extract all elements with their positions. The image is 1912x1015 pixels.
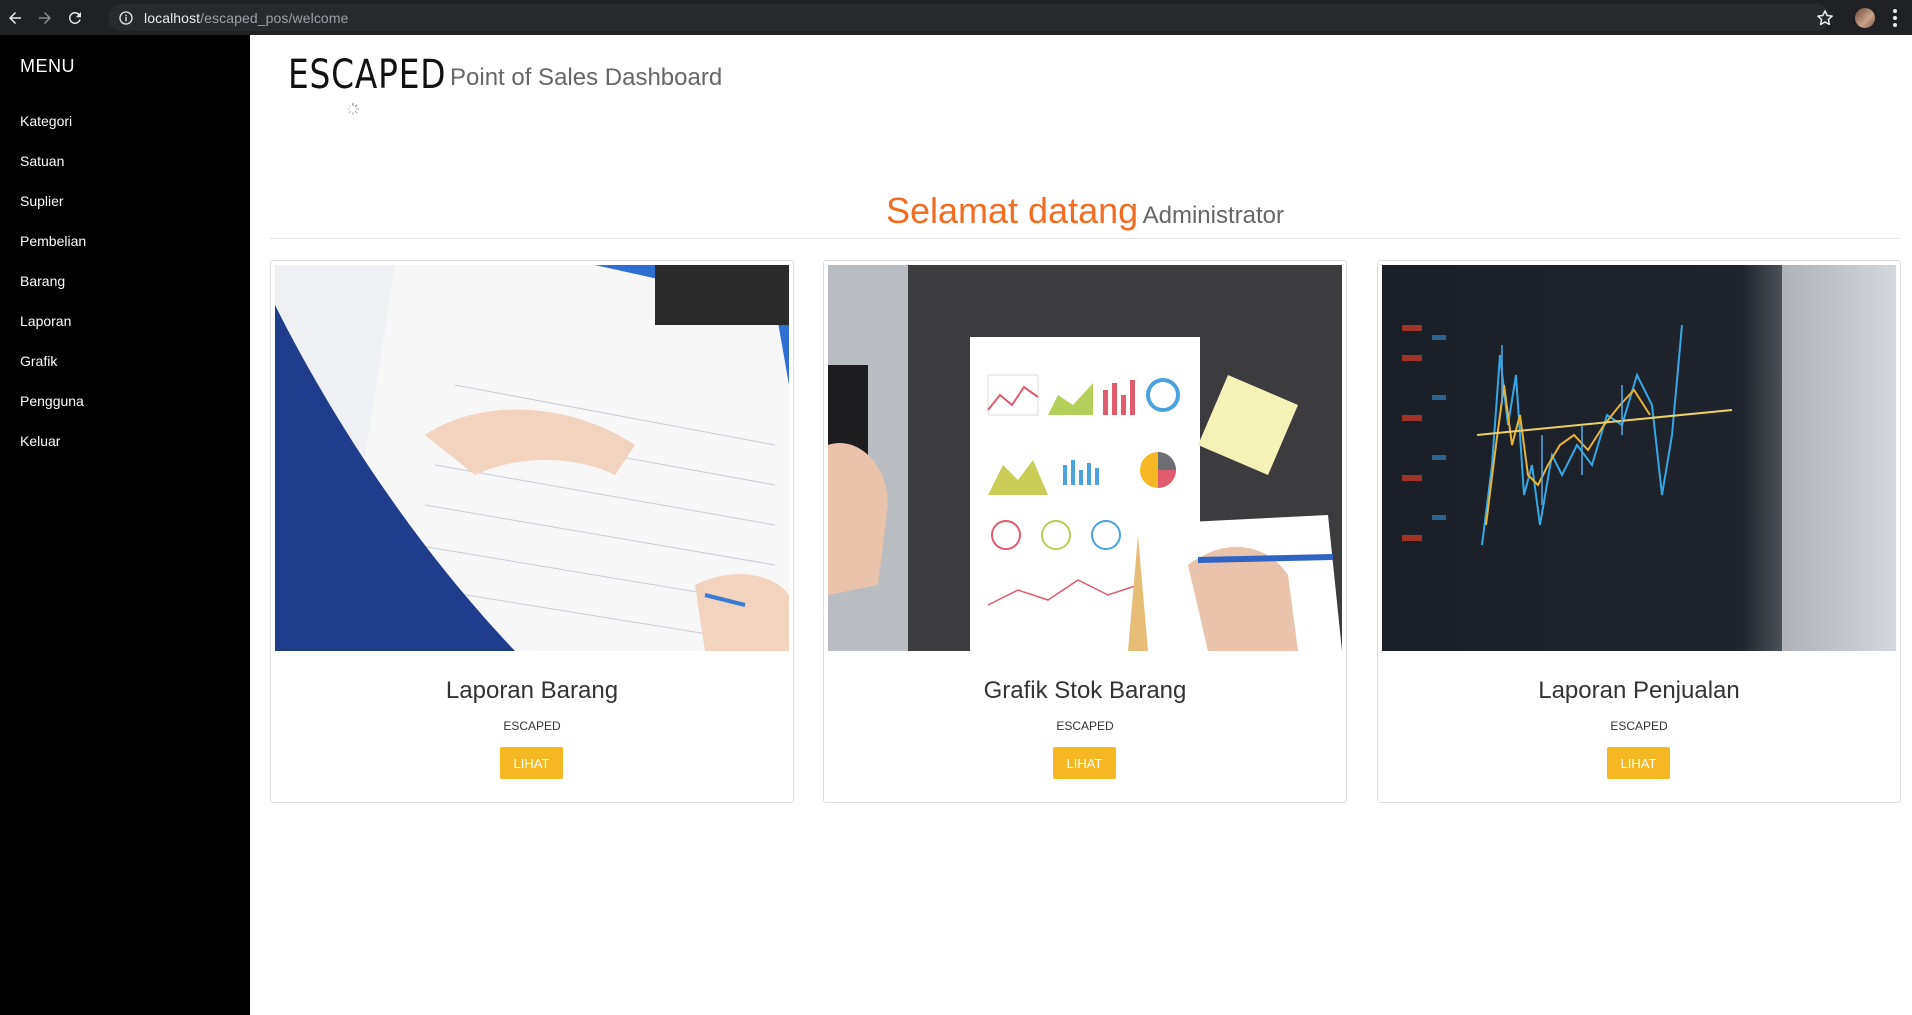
page-title: Point of Sales Dashboard xyxy=(450,64,723,91)
lihat-button[interactable]: LIHAT xyxy=(1053,747,1116,779)
card-subtitle: ESCAPED xyxy=(503,719,561,733)
sidebar-title: MENU xyxy=(20,56,75,76)
loading-spinner-icon xyxy=(346,102,360,116)
card-image-writing-report xyxy=(275,265,789,651)
sidebar-item-pembelian[interactable]: Pembelian xyxy=(20,231,86,271)
card-laporan-barang: Laporan Barang ESCAPED LIHAT xyxy=(270,260,794,803)
sidebar-item-barang[interactable]: Barang xyxy=(20,271,86,311)
url-host: localhost xyxy=(144,9,201,26)
reload-icon xyxy=(68,11,81,24)
card-subtitle: ESCAPED xyxy=(1610,719,1668,733)
browser-menu-button[interactable] xyxy=(1890,7,1900,29)
lihat-button[interactable]: LIHAT xyxy=(1607,747,1670,779)
welcome-role: Administrator xyxy=(1142,202,1284,229)
lihat-button[interactable]: LIHAT xyxy=(500,747,563,779)
escaped-logo[interactable]: ESCAPED xyxy=(288,52,447,117)
card-grafik-stok-barang: Grafik Stok Barang ESCAPED LIHAT xyxy=(823,260,1347,803)
sidebar-item-kategori[interactable]: Kategori xyxy=(20,111,86,151)
card-title: Grafik Stok Barang xyxy=(983,677,1187,704)
logo-text: ESCAPED xyxy=(288,52,447,98)
card-subtitle: ESCAPED xyxy=(1056,719,1114,733)
sidebar-item-keluar[interactable]: Keluar xyxy=(20,431,86,471)
charts-document-photo xyxy=(828,265,1342,651)
forward-button[interactable] xyxy=(30,0,60,35)
stock-market-screen-photo xyxy=(1382,265,1896,651)
sidebar: MENU Kategori Satuan Suplier Pembelian B… xyxy=(0,35,250,1015)
divider xyxy=(270,238,1900,239)
bookmark-star-icon[interactable] xyxy=(1815,8,1835,28)
arrow-left-icon xyxy=(9,11,21,24)
card-title: Laporan Penjualan xyxy=(1538,677,1740,704)
card-title: Laporan Barang xyxy=(445,677,619,704)
writing-report-photo xyxy=(275,265,789,651)
back-button[interactable] xyxy=(0,0,30,35)
arrow-right-icon xyxy=(39,11,51,24)
info-icon[interactable] xyxy=(118,10,134,26)
sidebar-item-satuan[interactable]: Satuan xyxy=(20,151,86,191)
url-text: localhost/escaped_pos/welcome xyxy=(144,10,348,26)
card-image-stock-market xyxy=(1382,265,1896,651)
address-bar[interactable]: localhost/escaped_pos/welcome xyxy=(108,4,1830,31)
profile-avatar[interactable] xyxy=(1855,8,1875,28)
welcome-heading: Selamat datang Administrator xyxy=(270,190,1900,232)
url-path: /escaped_pos/welcome xyxy=(200,9,349,26)
reload-button[interactable] xyxy=(60,0,90,35)
welcome-greeting: Selamat datang xyxy=(885,190,1139,231)
card-image-charts xyxy=(828,265,1342,651)
sidebar-item-pengguna[interactable]: Pengguna xyxy=(20,391,86,431)
browser-toolbar: localhost/escaped_pos/welcome xyxy=(0,0,1912,35)
sidebar-item-suplier[interactable]: Suplier xyxy=(20,191,86,231)
sidebar-item-grafik[interactable]: Grafik xyxy=(20,351,86,391)
sidebar-menu: Kategori Satuan Suplier Pembelian Barang… xyxy=(20,111,86,471)
sidebar-item-laporan[interactable]: Laporan xyxy=(20,311,86,351)
card-laporan-penjualan: Laporan Penjualan ESCAPED LIHAT xyxy=(1377,260,1901,803)
